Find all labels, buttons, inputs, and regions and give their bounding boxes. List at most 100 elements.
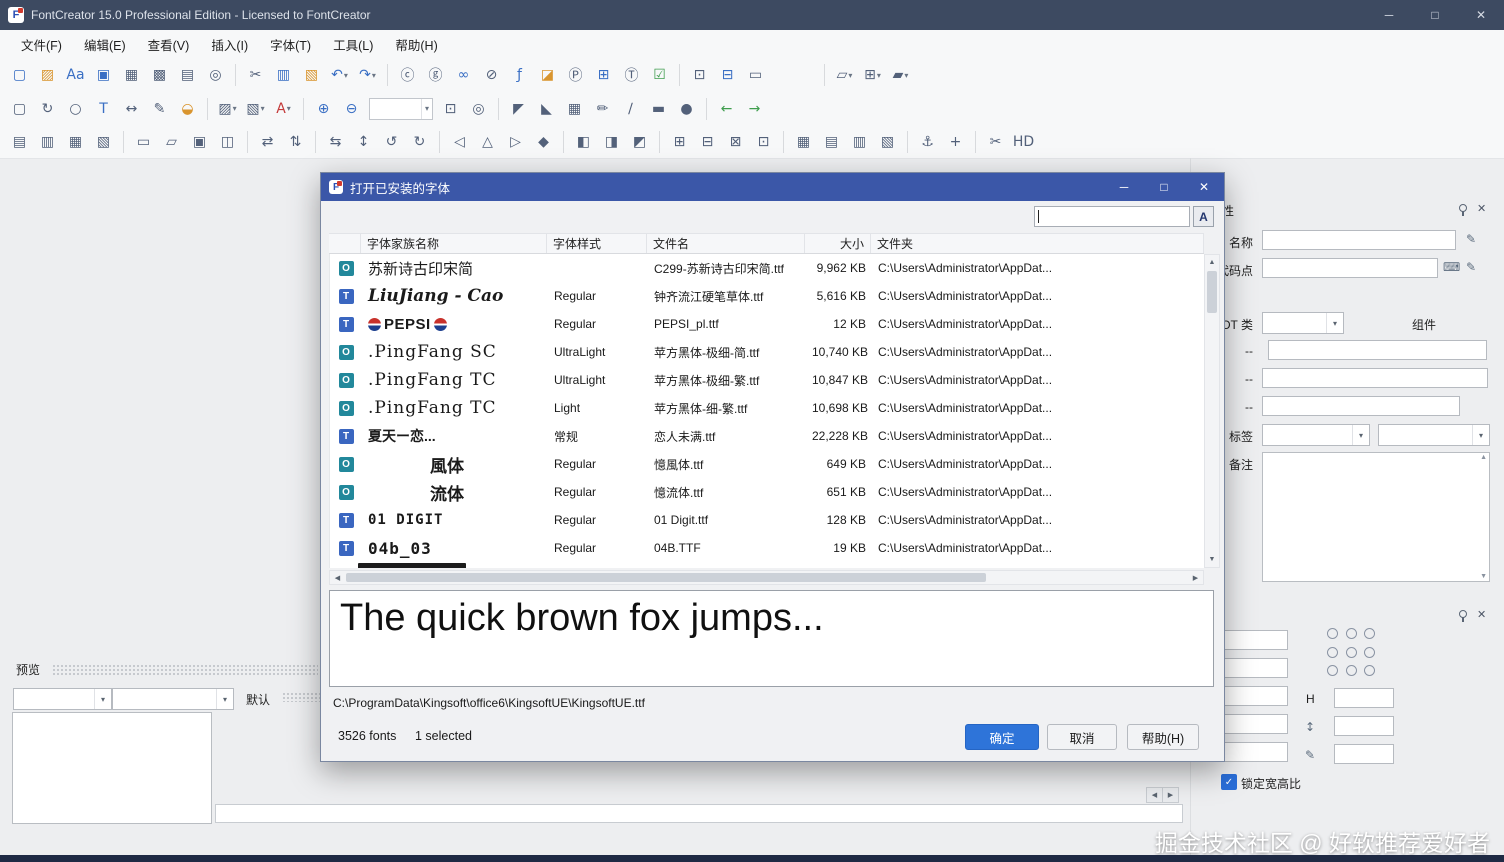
kerning-table-icon[interactable]: ▤ xyxy=(818,128,845,155)
font-list-row[interactable]: O 流体 Regular 憶流体.ttf 651 KB C:\Users\Adm… xyxy=(330,478,1205,506)
ok-button[interactable]: 确定 xyxy=(965,724,1039,750)
chevron-down-icon[interactable]: ▾ xyxy=(216,689,233,709)
skew-right-icon[interactable]: ▷ xyxy=(502,128,529,155)
ot-class-combobox[interactable]: ▾ xyxy=(1262,312,1344,334)
column-size[interactable]: 大小 xyxy=(805,234,871,253)
match-case-filter-button[interactable]: A xyxy=(1193,206,1214,227)
preview-font-combobox[interactable]: ▾ xyxy=(13,688,112,710)
column-filename[interactable]: 文件名 xyxy=(647,234,805,253)
chevron-down-icon[interactable]: ▾ xyxy=(877,71,881,80)
background-image-icon[interactable]: ▨▾ xyxy=(214,95,241,122)
dialog-close-button[interactable]: ✕ xyxy=(1184,173,1224,201)
show-grid-icon[interactable]: ⊞ xyxy=(666,128,693,155)
origin-dot[interactable] xyxy=(1327,647,1338,658)
origin-dot[interactable] xyxy=(1346,665,1357,676)
font-list-row[interactable]: O .PingFang TC Light 苹方黑体-细-繁.ttf 10,698… xyxy=(330,394,1205,422)
preview-window-icon[interactable]: ▭ xyxy=(742,62,769,89)
scroll-down-icon[interactable]: ▼ xyxy=(1480,573,1487,580)
origin-dot[interactable] xyxy=(1364,647,1375,658)
font-list-row[interactable]: O .PingFang TC UltraLight 苹方黑体-极细-繁.ttf … xyxy=(330,366,1205,394)
insert-glyph-icon[interactable]: ⓖ xyxy=(422,62,449,89)
maximize-button[interactable]: □ xyxy=(1412,0,1458,30)
origin-dot[interactable] xyxy=(1327,628,1338,639)
ot-value-input-2[interactable] xyxy=(1262,368,1488,388)
font-list-row[interactable]: T LiuJiang - Cao Regular 钟齐流江硬笔草体.ttf 5,… xyxy=(330,282,1205,310)
unlink-icon[interactable]: ⊘ xyxy=(478,62,505,89)
origin-dot[interactable] xyxy=(1364,665,1375,676)
paste-outline-icon[interactable]: ▧ xyxy=(90,128,117,155)
snap-grid-icon[interactable]: ⊟ xyxy=(694,128,721,155)
navigate-back-icon[interactable]: ← xyxy=(713,95,740,122)
pin-icon[interactable] xyxy=(1456,202,1470,216)
lock-aspect-checkbox[interactable]: ✓ xyxy=(1221,774,1237,790)
pencil-tool-icon[interactable]: ✏ xyxy=(589,95,616,122)
class-table-icon[interactable]: ▥ xyxy=(846,128,873,155)
rotate-tool-icon[interactable]: ↻ xyxy=(34,95,61,122)
save-icon[interactable]: ▣ xyxy=(90,62,117,89)
flip-horizontal-icon[interactable]: ⇆ xyxy=(322,128,349,155)
font-list-row[interactable]: O 風体 Regular 憶風体.ttf 649 KB C:\Users\Adm… xyxy=(330,450,1205,478)
slice-icon[interactable]: ✂ xyxy=(982,128,1009,155)
subtract-contour-icon[interactable]: ▱ xyxy=(158,128,185,155)
horizontal-scroll-strip[interactable] xyxy=(215,804,1183,823)
shift-vertical-icon[interactable]: ⇅ xyxy=(282,128,309,155)
column-folder[interactable]: 文件夹 xyxy=(871,234,1204,253)
export-glyph-icon[interactable]: ▥ xyxy=(34,128,61,155)
cut-icon[interactable]: ✂ xyxy=(242,62,269,89)
vertical-scrollbar[interactable]: ▲ ▼ xyxy=(1204,254,1220,568)
add-guide-icon[interactable]: + xyxy=(942,128,969,155)
cancel-button[interactable]: 取消 xyxy=(1047,724,1117,750)
menu-file[interactable]: 文件(F) xyxy=(10,30,73,59)
print-icon[interactable]: ▤ xyxy=(174,62,201,89)
undo-icon[interactable]: ↶▾ xyxy=(326,62,353,89)
origin-dot[interactable] xyxy=(1364,628,1375,639)
font-list-row[interactable]: O 苏新诗古印宋简 C299-苏新诗古印宋简.ttf 9,962 KB C:\U… xyxy=(330,254,1205,282)
show-guidelines-icon[interactable]: ⊠ xyxy=(722,128,749,155)
menu-view[interactable]: 查看(V) xyxy=(137,30,201,59)
find-icon[interactable]: ◎ xyxy=(202,62,229,89)
chevron-down-icon[interactable]: ▾ xyxy=(1472,425,1489,445)
font-properties-icon[interactable]: Aa xyxy=(62,62,89,89)
bool-intersect-icon[interactable]: ◨ xyxy=(598,128,625,155)
glyph-properties-icon[interactable]: Ⓟ xyxy=(562,62,589,89)
edit-pencil-icon[interactable]: ✎ xyxy=(1466,260,1476,274)
font-search-input[interactable] xyxy=(1034,206,1190,227)
node-select-tool-icon[interactable]: ◣ xyxy=(533,95,560,122)
chevron-down-icon[interactable]: ▾ xyxy=(287,104,291,113)
chevron-down-icon[interactable]: ▾ xyxy=(372,71,376,80)
edit-pencil-icon[interactable]: ✎ xyxy=(1466,232,1476,246)
close-button[interactable]: ✕ xyxy=(1458,0,1504,30)
new-font-icon[interactable]: ▢ xyxy=(6,62,33,89)
chevron-down-icon[interactable]: ▾ xyxy=(233,104,237,113)
ellipse-tool-icon[interactable]: ● xyxy=(673,95,700,122)
hatch-fill-icon[interactable]: ▧▾ xyxy=(242,95,269,122)
opentype-designer-icon[interactable]: Ⓣ xyxy=(618,62,645,89)
keyboard-icon[interactable]: ⌨ xyxy=(1443,260,1460,274)
measure-tool-icon[interactable]: ↔ xyxy=(118,95,145,122)
menu-tools[interactable]: 工具(L) xyxy=(322,30,384,59)
font-color-icon[interactable]: A▾ xyxy=(270,95,297,122)
metrics-table-icon[interactable]: ▦ xyxy=(790,128,817,155)
chevron-down-icon[interactable]: ▾ xyxy=(421,99,432,119)
chevron-down-icon[interactable]: ▾ xyxy=(94,689,111,709)
font-list-row[interactable]: T 夏天ー恋... 常规 恋人未满.ttf 22,228 KB C:\Users… xyxy=(330,422,1205,450)
pin-icon[interactable] xyxy=(1456,608,1470,622)
rectangle-tool-icon[interactable]: ▬ xyxy=(645,95,672,122)
hd-preview-icon[interactable]: HD xyxy=(1010,128,1037,155)
chevron-down-icon[interactable]: ▾ xyxy=(848,71,852,80)
chevron-down-icon[interactable]: ▾ xyxy=(344,71,348,80)
menu-help[interactable]: 帮助(H) xyxy=(384,30,448,59)
column-family[interactable]: 字体家族名称 xyxy=(361,234,547,253)
ot-value-input-3[interactable] xyxy=(1262,396,1460,416)
save-all-icon[interactable]: ▩ xyxy=(146,62,173,89)
scroll-up-icon[interactable]: ▲ xyxy=(1205,255,1219,270)
rotate-ccw-icon[interactable]: ↺ xyxy=(378,128,405,155)
draw-tool-icon[interactable]: ✎ xyxy=(146,95,173,122)
insert-image-icon[interactable]: ▦ xyxy=(561,95,588,122)
select-tool-icon[interactable]: ▢ xyxy=(6,95,33,122)
scroll-right-icon[interactable]: ▶ xyxy=(1188,571,1203,584)
text-tool-icon[interactable]: T xyxy=(90,95,117,122)
name-input[interactable] xyxy=(1262,230,1456,250)
skew-up-icon[interactable]: △ xyxy=(474,128,501,155)
column-icon[interactable] xyxy=(329,234,361,253)
